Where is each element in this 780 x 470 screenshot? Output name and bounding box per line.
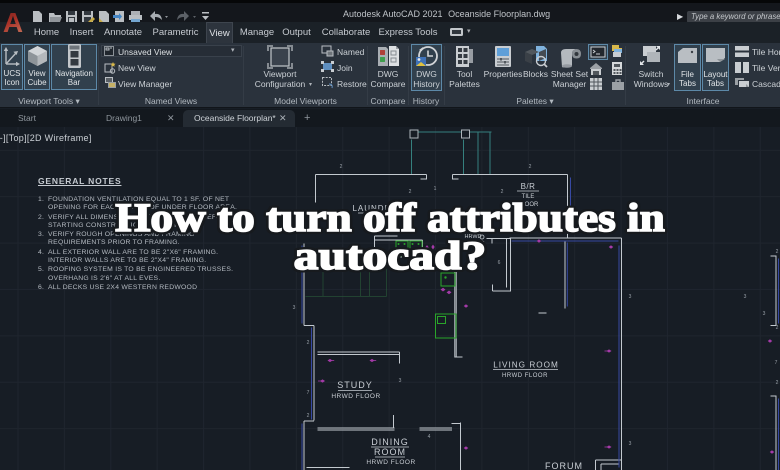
svg-text:3: 3 [629,294,632,300]
svg-text:3: 3 [629,441,632,447]
svg-text:2: 2 [340,164,343,170]
svg-text:STUDY: STUDY [337,380,373,390]
svg-text:HRWD FLOOR: HRWD FLOOR [502,373,548,379]
svg-text:7: 7 [307,390,310,396]
svg-text:3: 3 [744,294,747,300]
svg-text:3: 3 [293,305,296,311]
svg-text:2: 2 [776,325,779,331]
svg-text:4: 4 [428,434,431,440]
svg-text:3: 3 [763,311,766,317]
svg-text:ROOM: ROOM [374,447,406,457]
svg-text:FORUM: FORUM [545,461,583,470]
svg-text:3: 3 [399,378,402,384]
svg-text:2: 2 [307,413,310,419]
svg-text:2: 2 [529,164,532,170]
svg-text:HRWD FLOOR: HRWD FLOOR [331,393,380,400]
svg-text:2: 2 [776,380,779,386]
svg-text:2: 2 [307,340,310,346]
svg-text:HRWD FLOOR: HRWD FLOOR [366,459,415,466]
svg-text:7: 7 [775,360,778,366]
svg-text:1: 1 [434,186,437,192]
svg-text:A: A [3,7,23,35]
svg-text:DINING: DINING [371,437,409,447]
svg-text:B/R: B/R [521,182,536,191]
svg-text:LIVING ROOM: LIVING ROOM [493,361,559,370]
